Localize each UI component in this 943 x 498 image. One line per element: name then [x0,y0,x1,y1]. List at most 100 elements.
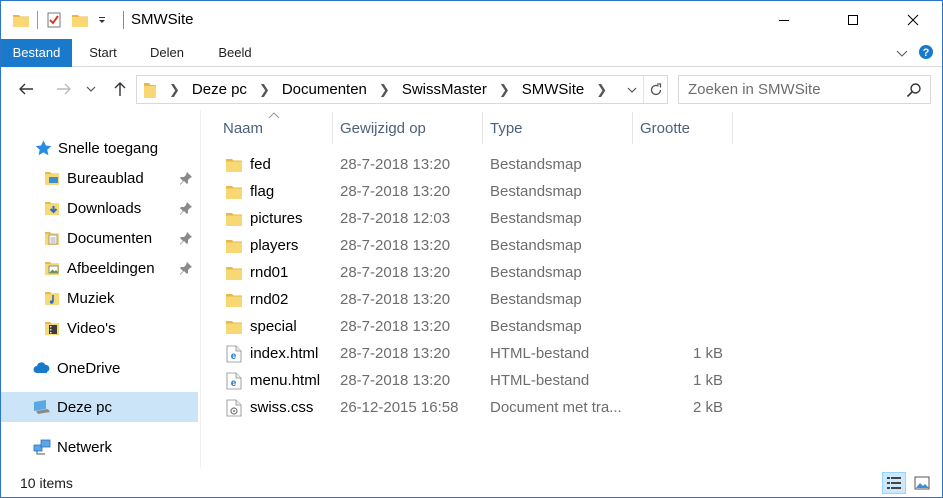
file-name[interactable]: rnd01 [250,264,288,281]
column-divider[interactable] [732,112,733,144]
details-view-button[interactable] [882,472,906,494]
pictures-folder-icon [43,259,61,277]
nav-item-label: Netwerk [57,438,113,456]
file-modified: 28-7-2018 13:20 [340,264,451,281]
nav-item-deze-pc[interactable]: Deze pc [1,392,198,422]
up-button[interactable] [109,78,131,100]
column-header-naam[interactable]: Naam [215,110,332,146]
nav-item-onedrive[interactable]: OneDrive [1,353,198,383]
file-name[interactable]: menu.html [250,372,320,389]
file-type: Bestandsmap [490,237,582,254]
refresh-button[interactable] [643,76,667,103]
file-name[interactable]: index.html [250,345,318,362]
file-row[interactable]: fed 28-7-2018 13:20 Bestandsmap [201,151,942,178]
file-row[interactable]: swiss.css 26-12-2015 16:58 Document met tr… [201,394,942,421]
file-name[interactable]: rnd02 [250,291,288,308]
customize-dropdown-icon[interactable] [92,10,112,30]
tab-delen[interactable]: Delen [141,39,193,67]
file-name[interactable]: pictures [250,210,303,227]
file-row[interactable]: e index.html 28-7-2018 13:20 HTML-bestand 1 … [201,340,942,367]
nav-item-label: Deze pc [57,398,113,416]
forward-button[interactable] [53,78,75,100]
downloads-folder-icon [43,199,61,217]
search-input[interactable] [679,76,899,103]
file-row[interactable]: e menu.html 28-7-2018 13:20 HTML-bestand 1 k… [201,367,942,394]
videos-folder-icon [43,319,61,337]
new-folder-icon[interactable] [70,10,90,30]
file-type: Bestandsmap [490,318,582,335]
file-row[interactable]: flag 28-7-2018 13:20 Bestandsmap [201,178,942,205]
edge-html-file-icon: e [225,372,243,390]
this-pc-icon [33,398,51,416]
file-row[interactable]: players 28-7-2018 13:20 Bestandsmap [201,232,942,259]
file-name[interactable]: flag [250,183,274,200]
nav-item-label: OneDrive [57,359,121,377]
file-size: 2 kB [692,399,723,416]
chevron-right-icon[interactable]: ❯ [169,82,180,98]
file-row[interactable]: pictures 28-7-2018 12:03 Bestandsmap [201,205,942,232]
edge-html-file-icon: e [225,345,243,363]
large-icons-view-icon [914,476,930,490]
file-modified: 28-7-2018 13:20 [340,345,451,362]
column-header-type[interactable]: Type [482,110,632,146]
file-row[interactable]: rnd01 28-7-2018 13:20 Bestandsmap [201,259,942,286]
column-header-gewijzigd-op[interactable]: Gewijzigd op [332,110,482,146]
address-history-button[interactable] [624,76,640,103]
nav-item-label: Video's [67,319,116,337]
nav-item-bureaublad[interactable]: Bureaublad [1,163,198,193]
tab-beeld[interactable]: Beeld [209,39,261,67]
properties-icon[interactable] [44,10,64,30]
pin-icon[interactable] [179,261,193,275]
explorer-window: SMWSite Bestand Start Delen Beeld ? ❯ De… [0,0,943,498]
nav-item-netwerk[interactable]: Netwerk [1,432,198,462]
minimize-button[interactable] [761,1,807,39]
chevron-right-icon[interactable]: ❯ [259,82,270,98]
quick-access-toolbar [11,10,112,30]
file-name[interactable]: players [250,237,298,254]
breadcrumb-smwsite[interactable]: SMWSite [522,81,585,98]
pin-icon[interactable] [179,201,193,215]
nav-item-muziek[interactable]: Muziek [1,283,198,313]
file-modified: 28-7-2018 13:20 [340,156,451,173]
chevron-right-icon[interactable]: ❯ [379,82,390,98]
file-name[interactable]: fed [250,156,271,173]
nav-item-afbeeldingen[interactable]: Afbeeldingen [1,253,198,283]
tab-bestand[interactable]: Bestand [1,39,72,67]
file-row[interactable]: special 28-7-2018 13:20 Bestandsmap [201,313,942,340]
nav-item-snelle-toegang[interactable]: Snelle toegang [1,133,198,163]
breadcrumb-documenten[interactable]: Documenten [282,81,367,98]
pin-icon[interactable] [179,231,193,245]
nav-item-videos[interactable]: Video's [1,313,198,343]
back-button[interactable] [15,78,37,100]
search-box[interactable] [678,75,931,104]
file-type: Bestandsmap [490,210,582,227]
breadcrumb-deze-pc[interactable]: Deze pc [192,81,247,98]
file-type: Bestandsmap [490,264,582,281]
column-header-grootte[interactable]: Grootte [632,110,732,146]
title-divider [123,11,124,29]
refresh-icon [650,82,661,95]
chevron-right-icon[interactable]: ❯ [499,82,510,98]
folder-icon [225,318,243,336]
nav-item-documenten[interactable]: Documenten [1,223,198,253]
nav-item-downloads[interactable]: Downloads [1,193,198,223]
breadcrumb-swissmaster[interactable]: SwissMaster [402,81,487,98]
large-icons-view-button[interactable] [910,472,934,494]
search-icon[interactable] [906,82,922,98]
close-button[interactable] [890,1,936,39]
file-modified: 28-7-2018 12:03 [340,210,451,227]
file-row[interactable]: rnd02 28-7-2018 13:20 Bestandsmap [201,286,942,313]
window-title: SMWSite [131,11,194,28]
file-modified: 28-7-2018 13:20 [340,183,451,200]
desktop-folder-icon [43,169,61,187]
file-name[interactable]: swiss.css [250,399,313,416]
maximize-button[interactable] [830,1,876,39]
tab-start[interactable]: Start [77,39,129,67]
file-name[interactable]: special [250,318,297,335]
help-button[interactable]: ? [918,44,934,63]
address-bar[interactable]: ❯ Deze pc ❯ Documenten ❯ SwissMaster ❯ S… [136,75,668,104]
pin-icon[interactable] [179,171,193,185]
recent-locations-button[interactable] [84,78,98,100]
chevron-right-icon[interactable]: ❯ [596,82,607,98]
expand-ribbon-button[interactable] [896,46,908,62]
